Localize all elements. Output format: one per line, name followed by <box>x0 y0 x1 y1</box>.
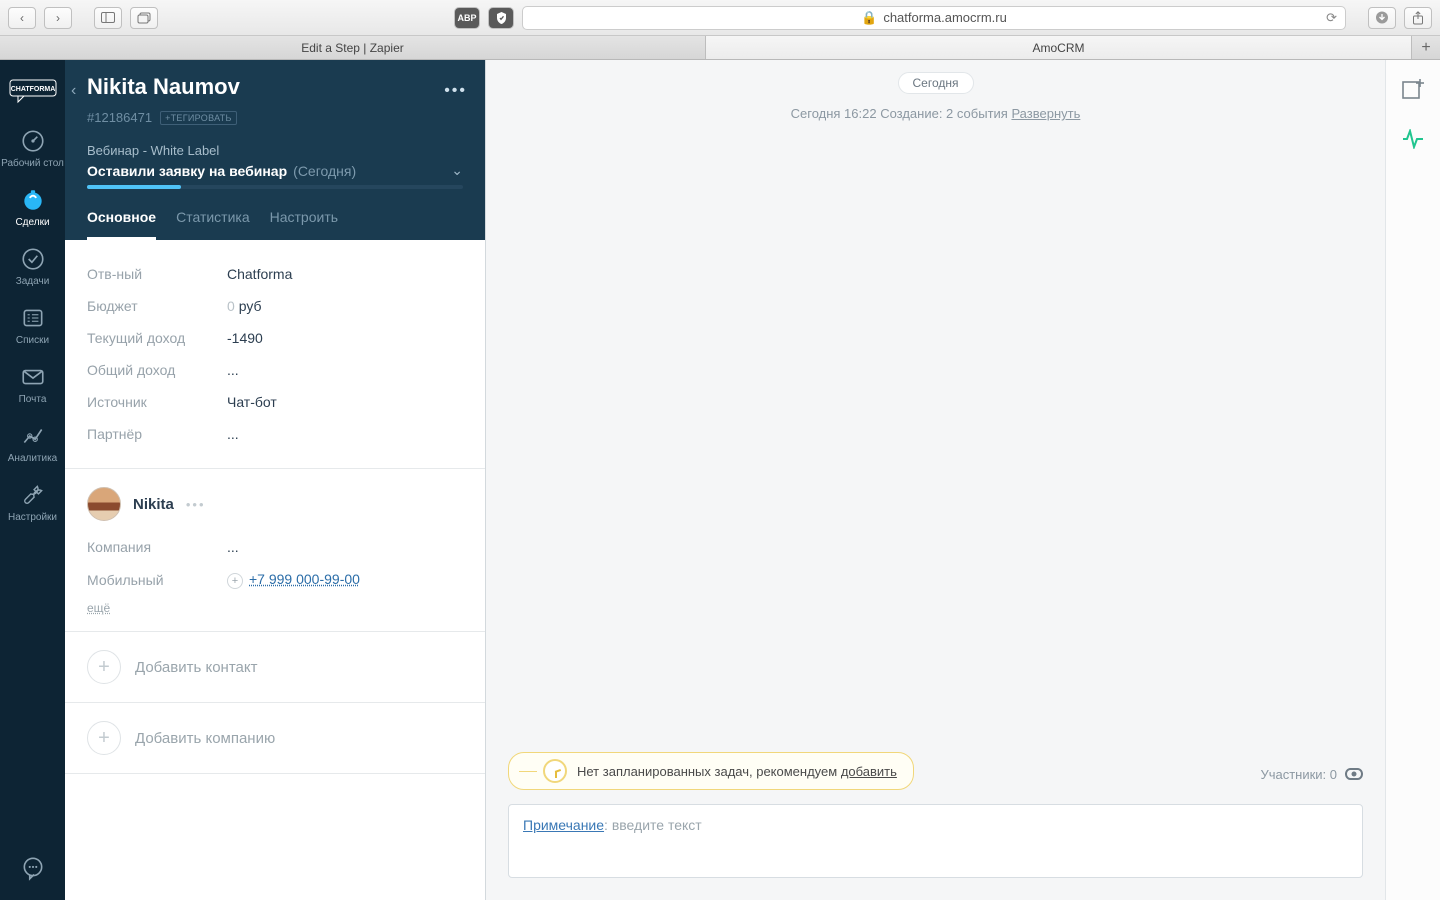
lead-menu-button[interactable]: ••• <box>444 82 467 100</box>
browser-tab-0[interactable]: Edit a Step | Zapier <box>0 36 706 59</box>
share-button[interactable] <box>1404 7 1432 29</box>
browser-tab-1[interactable]: AmoCRM <box>706 36 1412 59</box>
nav-tasks[interactable]: Задачи <box>0 238 65 297</box>
company-label: Компания <box>87 539 227 555</box>
mail-icon <box>20 364 46 390</box>
contact-more-link[interactable]: ещё <box>87 601 110 615</box>
participants-label[interactable]: Участники: 0 <box>1260 767 1363 782</box>
wrench-icon <box>20 482 46 508</box>
stage-name: Оставили заявку на вебинар <box>87 163 287 179</box>
right-rail <box>1385 60 1440 900</box>
activity-button[interactable] <box>1402 128 1424 150</box>
nav-mail[interactable]: Почта <box>0 356 65 415</box>
lead-header: ‹ Nikita Naumov ••• #12186471 +ТЕГИРОВАТ… <box>65 60 485 240</box>
source-value[interactable]: Чат-бот <box>227 394 277 410</box>
nav-deals[interactable]: Сделки <box>0 179 65 238</box>
contact-menu-button[interactable]: ••• <box>186 497 206 512</box>
feed-area: Сегодня Сегодня 16:22 Создание: 2 событи… <box>485 60 1385 900</box>
budget-value[interactable]: 0 руб <box>227 298 262 314</box>
mobile-label: Мобильный <box>87 572 227 588</box>
deals-icon <box>20 187 46 213</box>
note-type-link[interactable]: Примечание <box>523 817 604 833</box>
contact-avatar[interactable] <box>87 487 121 521</box>
nav-forward-button[interactable]: › <box>44 7 72 29</box>
analytics-icon <box>20 423 46 449</box>
responsible-value[interactable]: Chatforma <box>227 266 292 282</box>
tab-main[interactable]: Основное <box>87 209 156 240</box>
new-note-button[interactable] <box>1402 78 1424 100</box>
back-button[interactable]: ‹ <box>71 82 76 100</box>
nav-settings[interactable]: Настройки <box>0 474 65 533</box>
lock-icon: 🔒 <box>861 10 877 26</box>
plus-icon: + <box>87 650 121 684</box>
today-pill: Сегодня <box>898 72 974 94</box>
shield-icon[interactable] <box>488 7 514 29</box>
source-label: Источник <box>87 394 227 410</box>
lead-panel: ‹ Nikita Naumov ••• #12186471 +ТЕГИРОВАТ… <box>65 60 485 900</box>
tabs-overview-button[interactable] <box>130 7 158 29</box>
plus-icon: + <box>87 721 121 755</box>
nav-chat[interactable] <box>20 841 46 900</box>
total-income-label: Общий доход <box>87 362 227 378</box>
nav-lists[interactable]: Списки <box>0 297 65 356</box>
clock-icon <box>543 759 567 783</box>
contact-name[interactable]: Nikita <box>133 496 174 513</box>
tag-button[interactable]: +ТЕГИРОВАТЬ <box>160 111 237 125</box>
add-company-button[interactable]: + Добавить компанию <box>65 703 485 774</box>
nav-back-button[interactable]: ‹ <box>8 7 36 29</box>
phone-add-icon[interactable]: + <box>227 573 243 589</box>
reload-icon[interactable]: ⟳ <box>1326 10 1337 26</box>
stage-progress[interactable] <box>87 185 463 189</box>
budget-label: Бюджет <box>87 298 227 314</box>
browser-tabs: Edit a Step | Zapier AmoCRM + <box>0 36 1440 60</box>
address-bar[interactable]: 🔒 chatforma.amocrm.ru ⟳ <box>522 6 1346 30</box>
pipeline-name[interactable]: Вебинар - White Label <box>87 143 463 158</box>
add-contact-button[interactable]: + Добавить контакт <box>65 632 485 703</box>
total-income-value[interactable]: ... <box>227 362 239 378</box>
chat-icon <box>20 855 46 881</box>
current-income-label: Текущий доход <box>87 330 227 346</box>
lead-id: #12186471 <box>87 110 152 125</box>
nav-rail: CHATFORMA Рабочий стол Сделки Задачи Спи… <box>0 60 65 900</box>
responsible-label: Отв-ный <box>87 266 227 282</box>
check-circle-icon <box>20 246 46 272</box>
eye-icon <box>1345 768 1363 780</box>
tab-setup[interactable]: Настроить <box>270 209 338 240</box>
no-tasks-banner: Нет запланированных задач, рекомендуем д… <box>508 752 914 790</box>
partner-label: Партнёр <box>87 426 227 442</box>
contact-block: Nikita ••• Компания... Мобильный++7 999 … <box>65 469 485 632</box>
tab-stats[interactable]: Статистика <box>176 209 250 240</box>
downloads-button[interactable] <box>1368 7 1396 29</box>
new-tab-button[interactable]: + <box>1412 36 1440 59</box>
nav-analytics[interactable]: Аналитика <box>0 415 65 474</box>
nav-desktop[interactable]: Рабочий стол <box>0 120 65 179</box>
mobile-value[interactable]: ++7 999 000-99-00 <box>227 571 360 589</box>
app-logo[interactable]: CHATFORMA <box>0 60 65 120</box>
current-income-value[interactable]: -1490 <box>227 330 263 346</box>
adblock-icon[interactable]: ABP <box>454 7 480 29</box>
partner-value[interactable]: ... <box>227 426 239 442</box>
feed-meta: Сегодня 16:22 Создание: 2 события Развер… <box>486 106 1385 121</box>
gauge-icon <box>20 128 46 154</box>
feed-expand-link[interactable]: Развернуть <box>1011 106 1080 121</box>
lead-title[interactable]: Nikita Naumov <box>87 74 463 100</box>
svg-text:CHATFORMA: CHATFORMA <box>10 86 55 93</box>
add-task-link[interactable]: добавить <box>841 764 897 779</box>
company-value[interactable]: ... <box>227 539 239 555</box>
lead-fields: Отв-ныйChatforma Бюджет0 руб Текущий дох… <box>65 240 485 469</box>
browser-toolbar: ‹ › ABP 🔒 chatforma.amocrm.ru ⟳ <box>0 0 1440 36</box>
sidebar-toggle-button[interactable] <box>94 7 122 29</box>
note-input[interactable]: Примечание: введите текст <box>508 804 1363 878</box>
stage-dropdown-button[interactable]: ⌄ <box>451 162 463 179</box>
address-text: chatforma.amocrm.ru <box>883 10 1007 25</box>
list-icon <box>20 305 46 331</box>
stage-date: (Сегодня) <box>293 163 356 179</box>
